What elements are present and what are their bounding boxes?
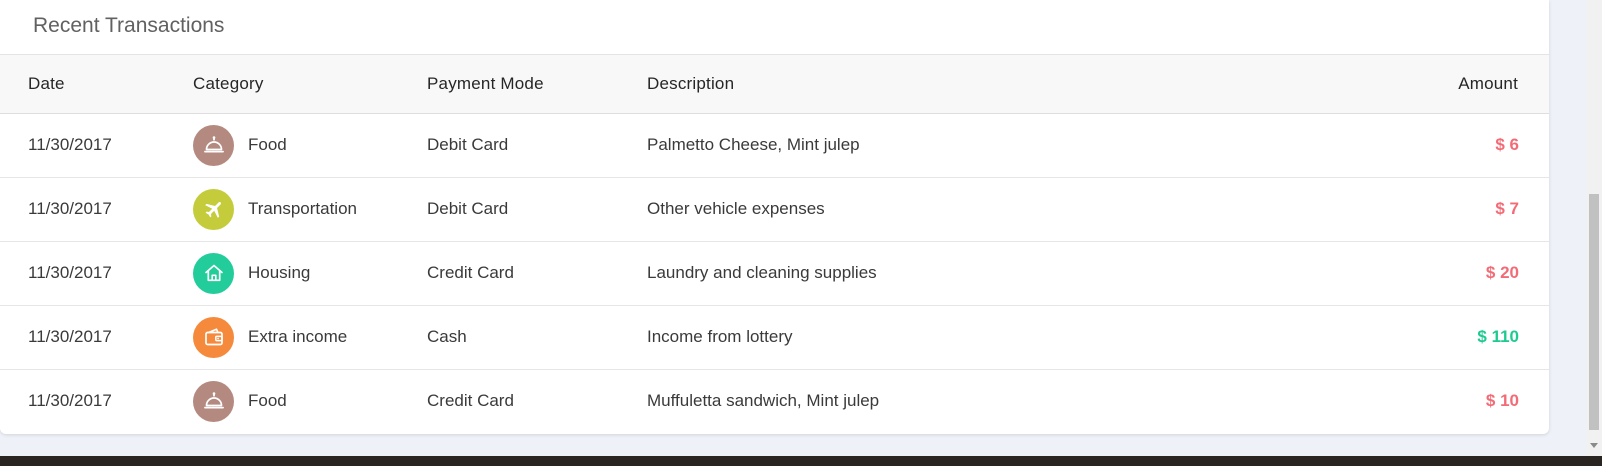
scrollbar-thumb[interactable] (1589, 194, 1599, 430)
transaction-payment-mode: Debit Card (427, 176, 647, 241)
transaction-payment-mode: Debit Card (427, 135, 509, 154)
panel-title: Recent Transactions (0, 0, 1549, 55)
transaction-date: 11/30/2017 (0, 368, 193, 433)
column-header-payment-mode[interactable]: Payment Mode (427, 55, 647, 114)
category-label: Food (248, 391, 287, 411)
cloche-icon (193, 124, 234, 166)
category-cell: Extra income (193, 316, 427, 358)
column-header-category[interactable]: Category (193, 55, 427, 114)
category-cell: Food (193, 380, 427, 422)
transaction-payment-mode: Credit Card (427, 240, 647, 305)
transaction-amount: $ 6 (1495, 135, 1519, 154)
transaction-payment-mode: Cash (427, 304, 647, 369)
transaction-description: Palmetto Cheese, Mint julep (647, 135, 860, 154)
transaction-category: Transportation (193, 176, 427, 241)
transaction-amount-cell: $ 20 (1295, 240, 1549, 305)
taskbar-edge (0, 456, 1602, 466)
table-row[interactable]: 11/30/2017 Transportation Debit Card Other … (0, 176, 1549, 241)
scroll-down-arrow-icon[interactable] (1590, 443, 1598, 448)
transaction-category: Housing (193, 240, 427, 305)
column-header-date[interactable]: Date (0, 55, 193, 114)
table-body: 11/30/2017 Food Debit Card Palmetto Cheese,… (0, 113, 1549, 433)
category-cell: Housing (193, 252, 427, 294)
transaction-category: Extra income (193, 304, 427, 369)
table-header-row: Date Category Payment Mode Description A… (0, 55, 1549, 114)
transaction-amount: $ 110 (1477, 327, 1519, 346)
table-row[interactable]: 11/30/2017 Extra income Cash Income from lo… (0, 304, 1549, 369)
transaction-description: Laundry and cleaning supplies (647, 240, 1296, 305)
transaction-amount-cell: $ 10 (1295, 368, 1549, 433)
page-scrollbar[interactable] (1586, 0, 1602, 456)
recent-transactions-panel: Recent Transactions Date Category Paymen… (0, 0, 1549, 434)
transactions-table: Date Category Payment Mode Description A… (0, 55, 1549, 433)
transaction-date: 11/30/2017 (0, 304, 193, 369)
transaction-amount-cell: $ 110 (1295, 304, 1549, 369)
transaction-amount-cell: $ 7 (1295, 176, 1549, 241)
transaction-category: Food (193, 368, 427, 433)
transaction-amount-cell: $ 6 (1295, 113, 1549, 177)
airplane-icon (193, 188, 234, 230)
transaction-description: Income from lottery (647, 304, 1296, 369)
transaction-payment-mode: Credit Card (427, 368, 647, 433)
transaction-date: 11/30/2017 (0, 176, 193, 241)
transaction-category: Food (193, 113, 427, 177)
category-label: Transportation (248, 199, 357, 218)
transaction-date: 11/30/2017 (28, 135, 112, 154)
table-row[interactable]: 11/30/2017 Housing Credit Card Laundry and … (0, 240, 1549, 305)
column-header-description[interactable]: Description (647, 55, 1296, 114)
category-label: Extra income (248, 327, 348, 346)
page: Recent Transactions Date Category Paymen… (0, 0, 1602, 466)
category-label: Food (248, 135, 287, 154)
cloche-icon (193, 380, 234, 422)
transaction-amount: $ 10 (1485, 391, 1519, 411)
column-header-amount[interactable]: Amount (1295, 55, 1549, 114)
category-cell: Transportation (193, 188, 427, 230)
transaction-amount: $ 20 (1485, 263, 1519, 282)
table-row[interactable]: 11/30/2017 Food Debit Card Palmetto Cheese,… (0, 113, 1549, 177)
table-row[interactable]: 11/30/2017 Food Credit Card Muffuletta sand… (0, 368, 1549, 433)
transaction-description: Muffuletta sandwich, Mint julep (647, 368, 1296, 433)
category-label: Housing (248, 263, 311, 282)
transaction-date: 11/30/2017 (0, 240, 193, 305)
transaction-description: Other vehicle expenses (647, 176, 1296, 241)
category-cell: Food (193, 124, 427, 166)
wallet-icon (193, 316, 234, 358)
transaction-amount: $ 7 (1495, 199, 1519, 218)
house-icon (193, 252, 234, 294)
